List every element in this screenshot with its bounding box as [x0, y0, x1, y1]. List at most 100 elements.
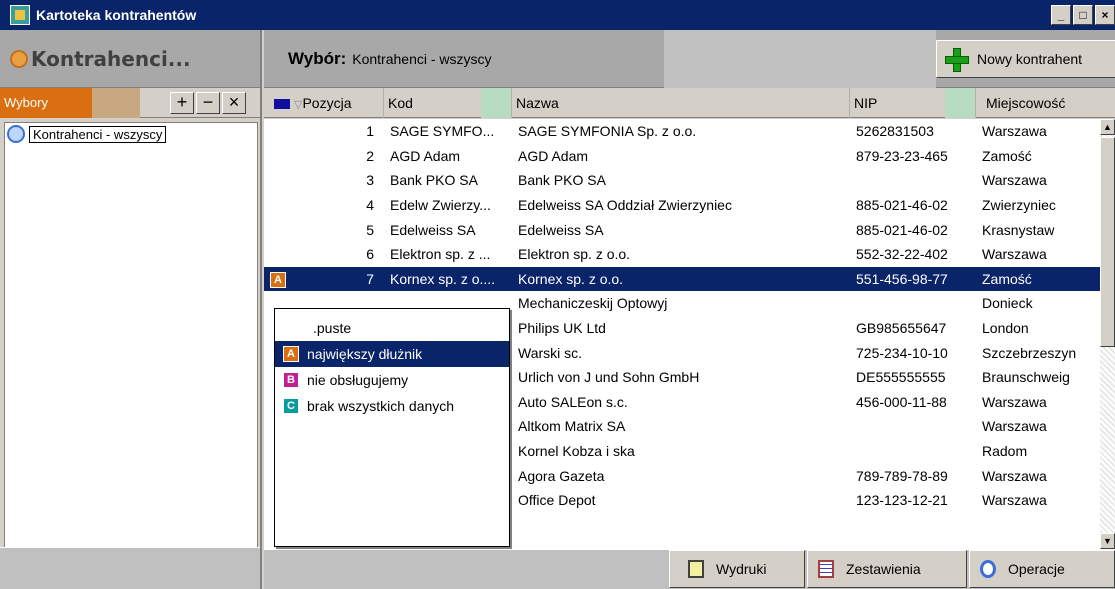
popup-item[interactable]: .puste — [275, 315, 509, 341]
wybory-tab[interactable]: Wybory — [0, 87, 92, 118]
new-contractor-label: Nowy kontrahent — [977, 51, 1083, 67]
new-contractor-button[interactable]: Nowy kontrahent — [936, 40, 1115, 78]
selections-tree: Kontrahenci - wszyscy — [4, 122, 258, 572]
plus-icon — [945, 48, 969, 72]
mark-badge-icon: B — [283, 372, 299, 388]
column-accent — [481, 88, 511, 118]
scroll-thumb[interactable] — [1100, 137, 1115, 347]
cell-kod: Bank PKO SA — [390, 172, 478, 189]
vertical-scrollbar[interactable]: ▲ ▼ — [1100, 119, 1115, 549]
cell-nazwa: Edelweiss SA Oddział Zwierzyniec — [518, 197, 732, 214]
cell-nip: 885-021-46-02 — [856, 197, 948, 214]
table-row[interactable]: 2 AGD Adam AGD Adam 879-23-23-465 Zamość — [264, 144, 1100, 169]
cell-pozycja: 1 — [366, 123, 374, 140]
table-row[interactable]: 5 Edelweiss SA Edelweiss SA 885-021-46-02 Kr… — [264, 217, 1100, 242]
window-title-bar: Kartoteka kontrahentów _ □ × — [0, 0, 1115, 30]
zestawienia-button[interactable]: Zestawienia — [807, 550, 967, 588]
table-row[interactable]: 3 Bank PKO SA Bank PKO SA Warszawa — [264, 168, 1100, 193]
operacje-label: Operacje — [1008, 561, 1065, 577]
cell-nip: 885-021-46-02 — [856, 221, 948, 238]
popup-item-label: brak wszystkich danych — [307, 398, 455, 414]
cell-pozycja: 7 — [366, 270, 374, 287]
wybory-tab-fill — [92, 87, 140, 118]
cell-nazwa: Kornel Kobza i ska — [518, 443, 635, 460]
cell-kod: Kornex sp. z o.... — [390, 270, 496, 287]
cell-nazwa: AGD Adam — [518, 147, 589, 164]
popup-item[interactable]: Cbrak wszystkich danych — [275, 393, 509, 419]
window-controls: _ □ × — [1051, 5, 1115, 25]
cell-kod: AGD Adam — [390, 147, 461, 164]
minimize-button[interactable]: _ — [1051, 5, 1071, 25]
scroll-down-button[interactable]: ▼ — [1100, 533, 1115, 549]
popup-item-label: największy dłużnik — [307, 346, 423, 362]
cell-pozycja: 4 — [366, 197, 374, 214]
cell-miejscowosc: Szczebrzeszyn — [982, 344, 1077, 361]
cell-nip: DE555555555 — [856, 369, 946, 386]
cell-nazwa: Philips UK Ltd — [518, 320, 606, 337]
mark-badge-icon: C — [283, 398, 299, 414]
column-label: Nazwa — [516, 95, 559, 111]
wydruki-label: Wydruki — [716, 561, 767, 577]
table-row[interactable]: 1 SAGE SYMFO... SAGE SYMFONIA Sp. z o.o. 52… — [264, 119, 1100, 144]
scroll-up-button[interactable]: ▲ — [1100, 119, 1115, 135]
cell-nip: 456-000-11-88 — [856, 393, 947, 410]
remove-selection-button[interactable]: − — [196, 91, 220, 114]
wybory-buttons: + − × — [170, 91, 248, 114]
maximize-button[interactable]: □ — [1073, 5, 1093, 25]
column-label: Kod — [388, 95, 413, 111]
tree-item-label: Kontrahenci - wszyscy — [29, 125, 167, 143]
zestawienia-label: Zestawienia — [846, 561, 921, 577]
grid-header: ▽Pozycja Kod Nazwa NIP Miejscowość — [264, 88, 1115, 118]
cell-miejscowosc: Krasnystaw — [982, 221, 1055, 238]
cell-nip: 123-123-12-21 — [856, 492, 948, 509]
cell-nip: 789-789-78-89 — [856, 467, 948, 484]
table-row[interactable]: 6 Elektron sp. z ... Elektron sp. z o.o. 55… — [264, 242, 1100, 267]
column-header-miejscowosc[interactable]: Miejscowość — [976, 88, 1115, 118]
cell-nazwa: Warski sc. — [518, 344, 583, 361]
mark-badge-icon: A — [283, 346, 299, 362]
cell-nazwa: Altkom Matrix SA — [518, 418, 626, 435]
column-label: Pozycja — [302, 95, 352, 111]
wybor-label: Wybór: — [288, 48, 347, 68]
cell-nip: 879-23-23-465 — [856, 147, 948, 164]
cell-nazwa: Agora Gazeta — [518, 467, 605, 484]
column-header-kod[interactable]: Kod — [384, 88, 512, 118]
close-selection-button[interactable]: × — [222, 91, 246, 114]
add-selection-button[interactable]: + — [170, 91, 194, 114]
close-button[interactable]: × — [1095, 5, 1115, 25]
table-row[interactable]: 4 Edelw Zwierzy... Edelweiss SA Oddział Zw… — [264, 193, 1100, 218]
popup-item-label: nie obsługujemy — [307, 372, 409, 388]
popup-item[interactable]: Bnie obsługujemy — [275, 367, 509, 393]
column-header-nip[interactable]: NIP — [850, 88, 976, 118]
popup-item[interactable]: Anajwiększy dłużnik — [275, 341, 509, 367]
window-title: Kartoteka kontrahentów — [36, 7, 197, 23]
cell-kod: Edelweiss SA — [390, 221, 476, 238]
wydruki-button[interactable]: Wydruki — [669, 550, 805, 588]
operacje-button[interactable]: Operacje — [969, 550, 1115, 588]
left-panel-header: Kontrahenci... — [0, 30, 260, 88]
printer-icon — [688, 560, 704, 578]
magnifier-icon — [7, 125, 25, 143]
wybor-value: Kontrahenci - wszyscy — [352, 50, 492, 67]
cell-kod: SAGE SYMFO... — [390, 123, 495, 140]
column-header-pozycja[interactable]: ▽Pozycja — [264, 88, 384, 118]
cell-nip: 725-234-10-10 — [856, 344, 948, 361]
cell-nazwa: Auto SALEon s.c. — [518, 393, 628, 410]
cell-miejscowosc: Braunschweig — [982, 369, 1070, 386]
cell-nip: 5262831503 — [856, 123, 934, 140]
cell-nazwa: Office Depot — [518, 492, 596, 509]
cell-nip: 552-32-22-402 — [856, 246, 948, 263]
left-panel-title: Kontrahenci... — [31, 46, 191, 71]
cell-pozycja: 6 — [366, 246, 374, 263]
cell-miejscowosc: Radom — [982, 443, 1028, 460]
column-header-nazwa[interactable]: Nazwa — [512, 88, 850, 118]
mark-badge-icon: A — [270, 271, 286, 288]
tree-item-all-contractors[interactable]: Kontrahenci - wszyscy — [5, 123, 257, 145]
popup-item-label: .puste — [313, 320, 352, 336]
row-mark: A — [264, 270, 292, 288]
cell-miejscowosc: Warszawa — [982, 393, 1047, 410]
table-row[interactable]: A 7 Kornex sp. z o.... Kornex sp. z o.o. 551… — [264, 266, 1100, 292]
cell-nazwa: Mechaniczeskij Optowyj — [518, 295, 668, 312]
header-fill — [664, 30, 936, 88]
cell-miejscowosc: Warszawa — [982, 172, 1047, 189]
